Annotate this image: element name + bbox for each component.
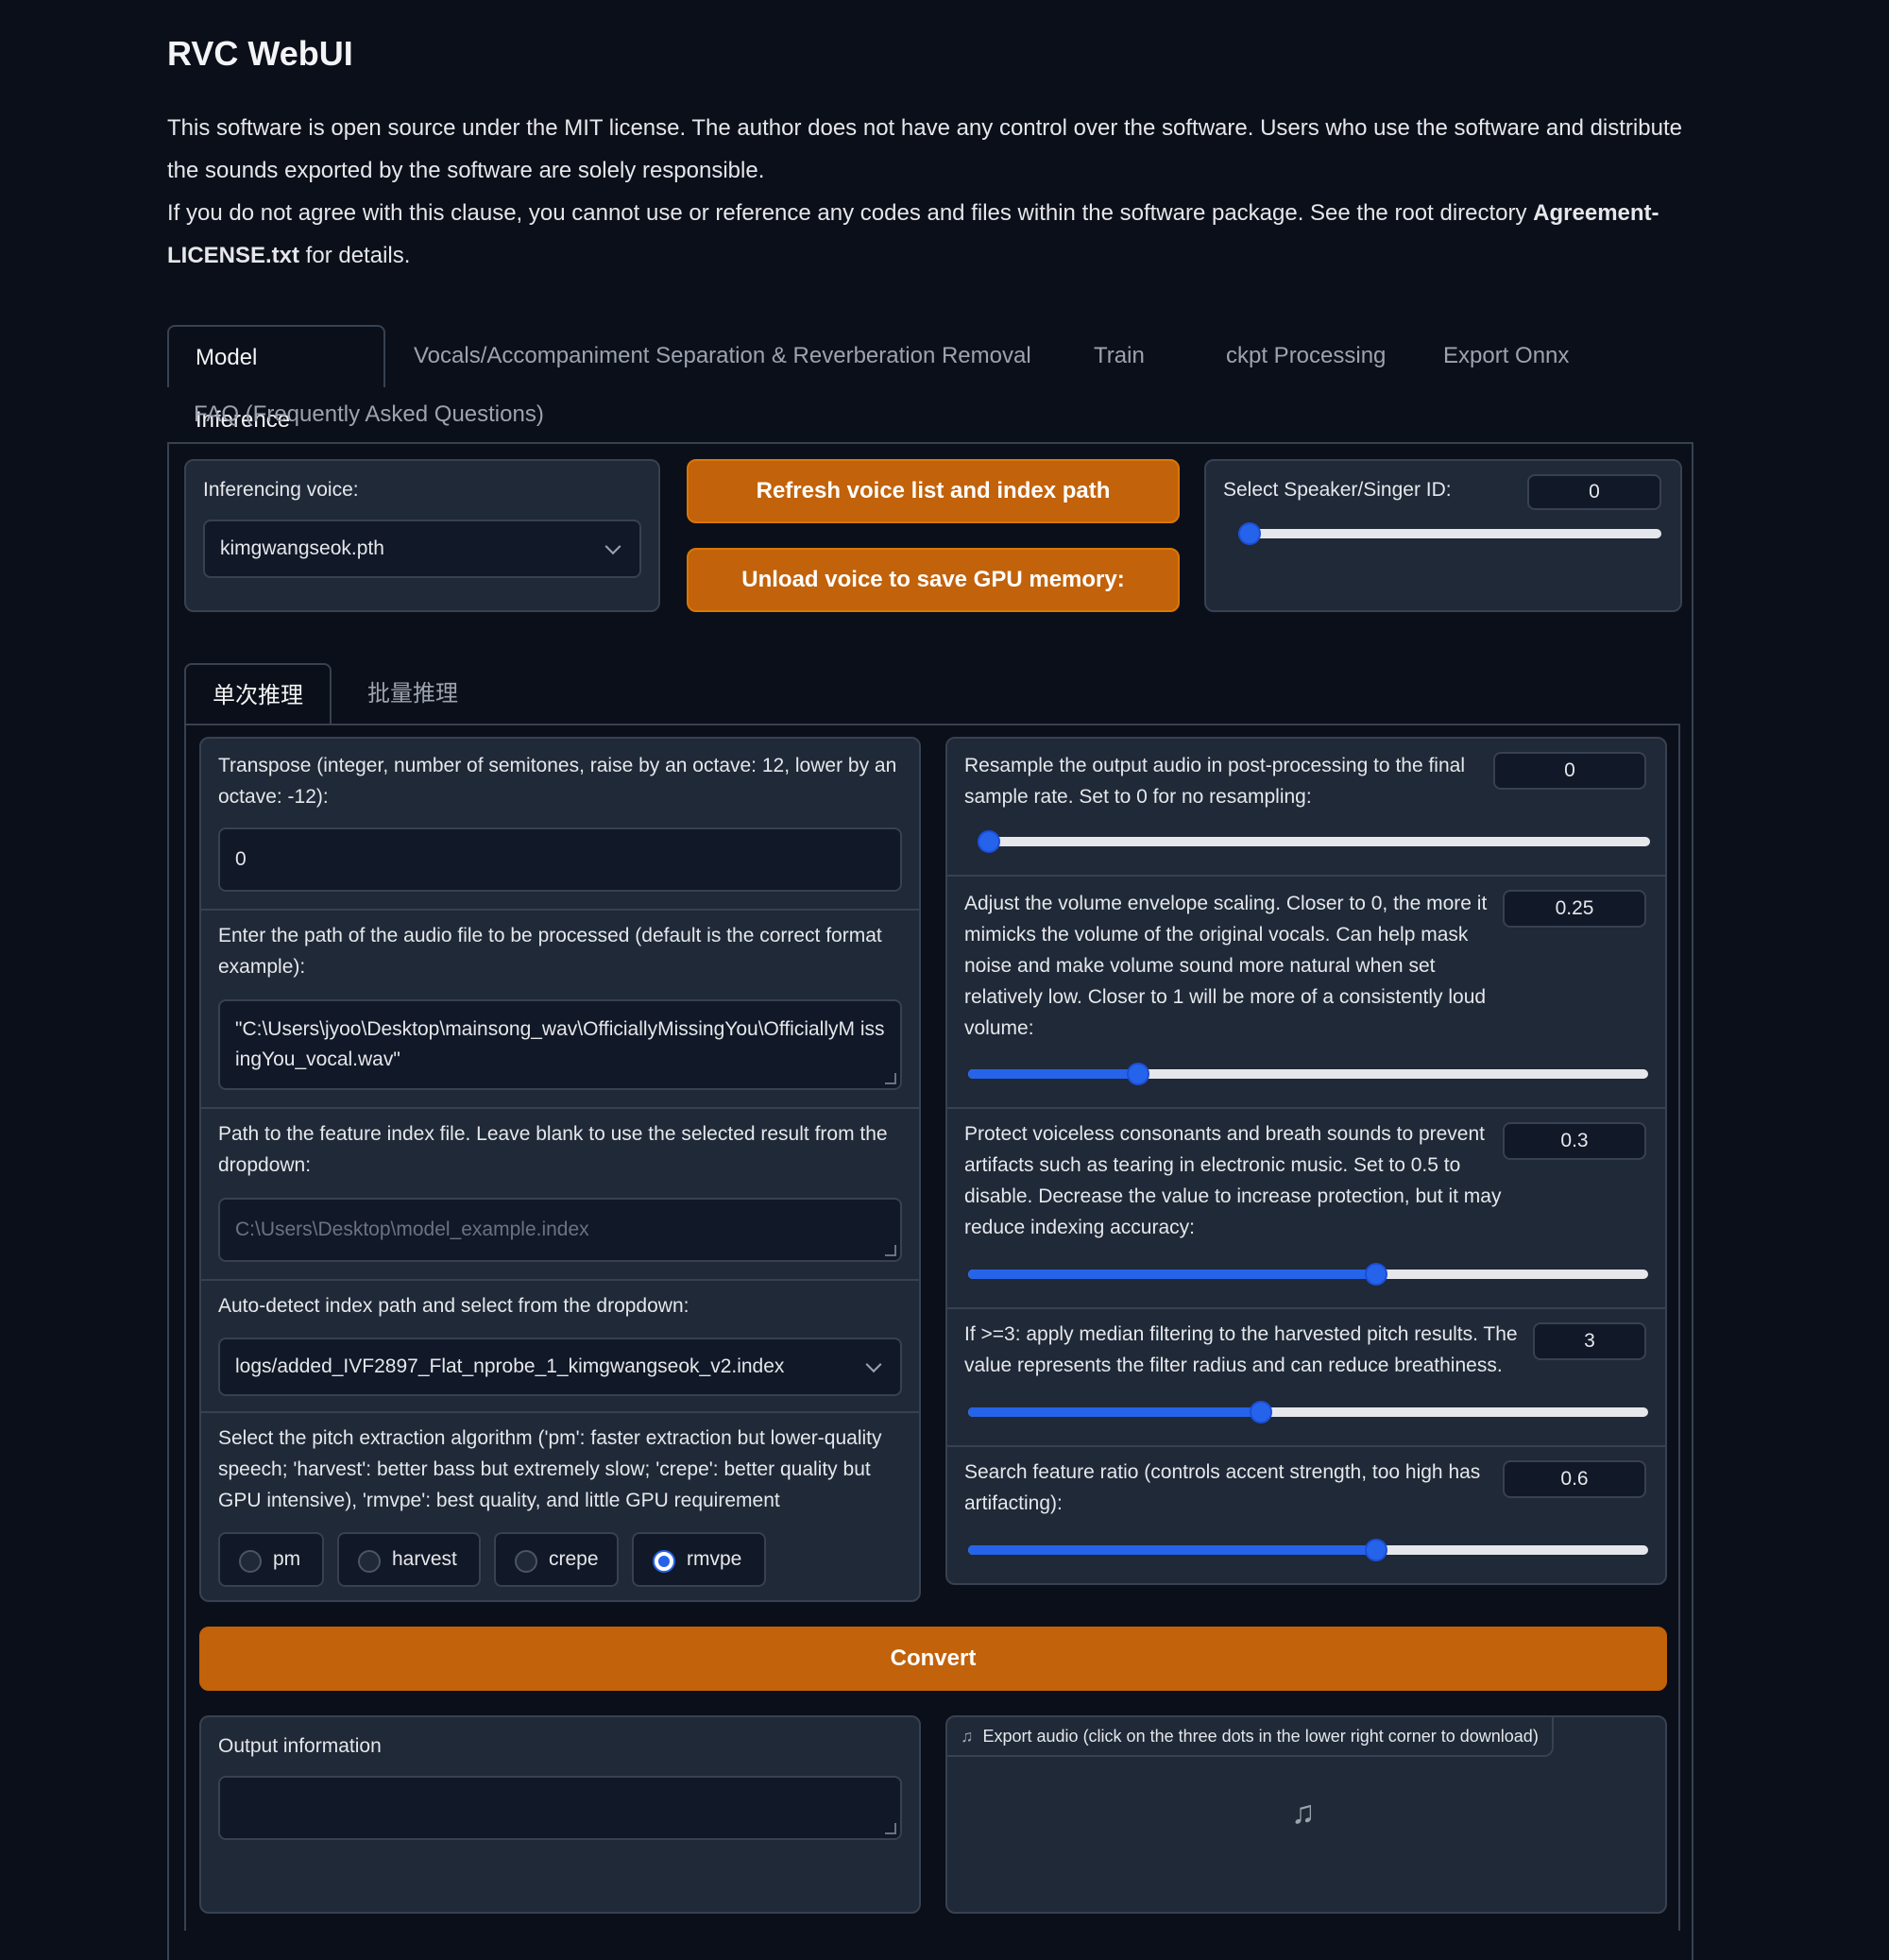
export-audio-label: Export audio (click on the three dots in… — [982, 1726, 1539, 1746]
radio-icon — [515, 1550, 537, 1573]
audio-path-input[interactable]: "C:\Users\jyoo\Desktop\mainsong_wav\Offi… — [218, 999, 902, 1090]
resize-handle-icon[interactable] — [885, 1245, 896, 1256]
music-note-icon: ♫ — [961, 1726, 974, 1746]
resize-handle-icon[interactable] — [885, 1073, 896, 1084]
intro-line2-post: for details. — [299, 243, 411, 268]
median-filter-slider[interactable] — [968, 1401, 1648, 1423]
divider — [201, 1279, 919, 1281]
volume-slider-fill — [968, 1069, 1138, 1079]
resample-input[interactable]: 0 — [1493, 752, 1646, 790]
median-slider-thumb[interactable] — [1249, 1401, 1272, 1423]
resample-slider[interactable] — [978, 830, 1650, 853]
tab-single-inference[interactable]: 单次推理 — [184, 663, 332, 725]
music-note-icon: ♫ — [1291, 1795, 1316, 1831]
protect-slider[interactable] — [968, 1263, 1648, 1286]
transpose-label: Transpose (integer, number of semitones,… — [218, 755, 897, 808]
export-audio-label-tag: ♫ Export audio (click on the three dots … — [947, 1717, 1554, 1757]
voice-dropdown-value: kimgwangseok.pth — [220, 537, 384, 559]
tab-faq[interactable]: FAQ (Frequently Asked Questions) — [167, 383, 570, 446]
radio-icon — [239, 1550, 262, 1573]
transpose-input[interactable]: 0 — [218, 827, 902, 892]
left-settings-box: Transpose (integer, number of semitones,… — [199, 737, 921, 1602]
auto-index-label: Auto-detect index path and select from t… — [218, 1295, 689, 1317]
radio-selected-icon — [653, 1550, 675, 1573]
tab-model-inference[interactable]: Model Inference — [167, 325, 385, 433]
pitch-option-harvest[interactable]: harvest — [337, 1532, 481, 1587]
speaker-id-input[interactable]: 0 — [1527, 474, 1661, 510]
divider — [947, 1107, 1665, 1109]
audio-path-value: "C:\Users\jyoo\Desktop\mainsong_wav\Offi… — [235, 1018, 885, 1070]
pitch-option-label: crepe — [549, 1548, 599, 1570]
pitch-option-rmvpe[interactable]: rmvpe — [632, 1532, 766, 1587]
chevron-down-icon — [865, 1356, 882, 1373]
median-filter-input[interactable]: 3 — [1533, 1322, 1646, 1360]
tab-ckpt-processing[interactable]: ckpt Processing — [1200, 325, 1412, 387]
pitch-algorithm-label: Select the pitch extraction algorithm ('… — [218, 1427, 882, 1511]
speaker-label: Select Speaker/Singer ID: — [1223, 479, 1452, 501]
feature-ratio-input[interactable]: 0.6 — [1503, 1460, 1646, 1498]
app-title: RVC WebUI — [167, 34, 353, 73]
voice-select-box: Inferencing voice: kimgwangseok.pth — [184, 459, 660, 612]
volume-envelope-input[interactable]: 0.25 — [1503, 890, 1646, 928]
resample-label: Resample the output audio in post-proces… — [964, 755, 1465, 808]
volume-slider-thumb[interactable] — [1127, 1063, 1149, 1085]
tab-vocal-separation[interactable]: Vocals/Accompaniment Separation & Reverb… — [387, 325, 1058, 387]
index-path-label: Path to the feature index file. Leave bl… — [218, 1123, 888, 1176]
protect-input[interactable]: 0.3 — [1503, 1122, 1646, 1160]
protect-label: Protect voiceless consonants and breath … — [964, 1123, 1502, 1238]
export-audio-box: ♫ Export audio (click on the three dots … — [945, 1715, 1667, 1914]
right-settings-box: Resample the output audio in post-proces… — [945, 737, 1667, 1585]
median-slider-fill — [968, 1407, 1261, 1417]
speaker-slider-thumb[interactable] — [1238, 522, 1261, 545]
divider — [201, 1107, 919, 1109]
output-info-label: Output information — [218, 1735, 382, 1757]
chevron-down-icon — [604, 538, 621, 555]
pitch-option-label: harvest — [392, 1548, 457, 1570]
auto-index-value: logs/added_IVF2897_Flat_nprobe_1_kimgwan… — [235, 1355, 785, 1377]
voice-dropdown[interactable]: kimgwangseok.pth — [203, 520, 641, 578]
intro-line2-pre: If you do not agree with this clause, yo… — [167, 200, 1534, 226]
refresh-voice-button[interactable]: Refresh voice list and index path — [687, 459, 1180, 523]
unload-voice-button[interactable]: Unload voice to save GPU memory: — [687, 548, 1180, 612]
output-info-textarea[interactable] — [218, 1776, 902, 1840]
tab-train[interactable]: Train — [1067, 325, 1171, 387]
protect-slider-fill — [968, 1270, 1376, 1279]
index-path-placeholder: C:\Users\Desktop\model_example.index — [235, 1219, 589, 1240]
feature-ratio-slider[interactable] — [968, 1539, 1648, 1561]
median-filter-label: If >=3: apply median filtering to the ha… — [964, 1323, 1518, 1376]
divider — [947, 875, 1665, 877]
protect-slider-thumb[interactable] — [1365, 1263, 1387, 1286]
main-tabs: Model Inference Vocals/Accompaniment Sep… — [167, 325, 1693, 444]
volume-envelope-label: Adjust the volume envelope scaling. Clos… — [964, 893, 1488, 1039]
output-info-box: Output information — [199, 1715, 921, 1914]
speaker-id-box: Select Speaker/Singer ID: 0 — [1204, 459, 1682, 612]
divider — [201, 1411, 919, 1413]
intro-line1: This software is open source under the M… — [167, 115, 1682, 183]
pitch-option-label: rmvpe — [687, 1548, 742, 1570]
volume-envelope-slider[interactable] — [968, 1063, 1648, 1085]
audio-path-label: Enter the path of the audio file to be p… — [218, 925, 882, 978]
voice-label: Inferencing voice: — [203, 479, 359, 501]
divider — [947, 1307, 1665, 1309]
tab-export-onnx[interactable]: Export Onnx — [1417, 325, 1595, 387]
pitch-option-label: pm — [273, 1548, 301, 1570]
divider — [201, 909, 919, 911]
radio-icon — [358, 1550, 381, 1573]
resample-slider-thumb[interactable] — [978, 830, 1000, 853]
pitch-option-pm[interactable]: pm — [218, 1532, 324, 1587]
ratio-slider-thumb[interactable] — [1365, 1539, 1387, 1561]
tab-batch-inference[interactable]: 批量推理 — [341, 663, 485, 725]
feature-ratio-label: Search feature ratio (controls accent st… — [964, 1461, 1481, 1514]
auto-index-dropdown[interactable]: logs/added_IVF2897_Flat_nprobe_1_kimgwan… — [218, 1338, 902, 1396]
index-path-input[interactable]: C:\Users\Desktop\model_example.index — [218, 1198, 902, 1262]
speaker-id-slider[interactable] — [1238, 522, 1661, 545]
convert-button[interactable]: Convert — [199, 1627, 1667, 1691]
resize-handle-icon[interactable] — [885, 1823, 896, 1834]
divider — [947, 1445, 1665, 1447]
ratio-slider-fill — [968, 1545, 1376, 1555]
model-inference-panel: Inferencing voice: kimgwangseok.pth Refr… — [167, 442, 1693, 1960]
pitch-option-crepe[interactable]: crepe — [494, 1532, 619, 1587]
intro-text: This software is open source under the M… — [167, 107, 1693, 277]
